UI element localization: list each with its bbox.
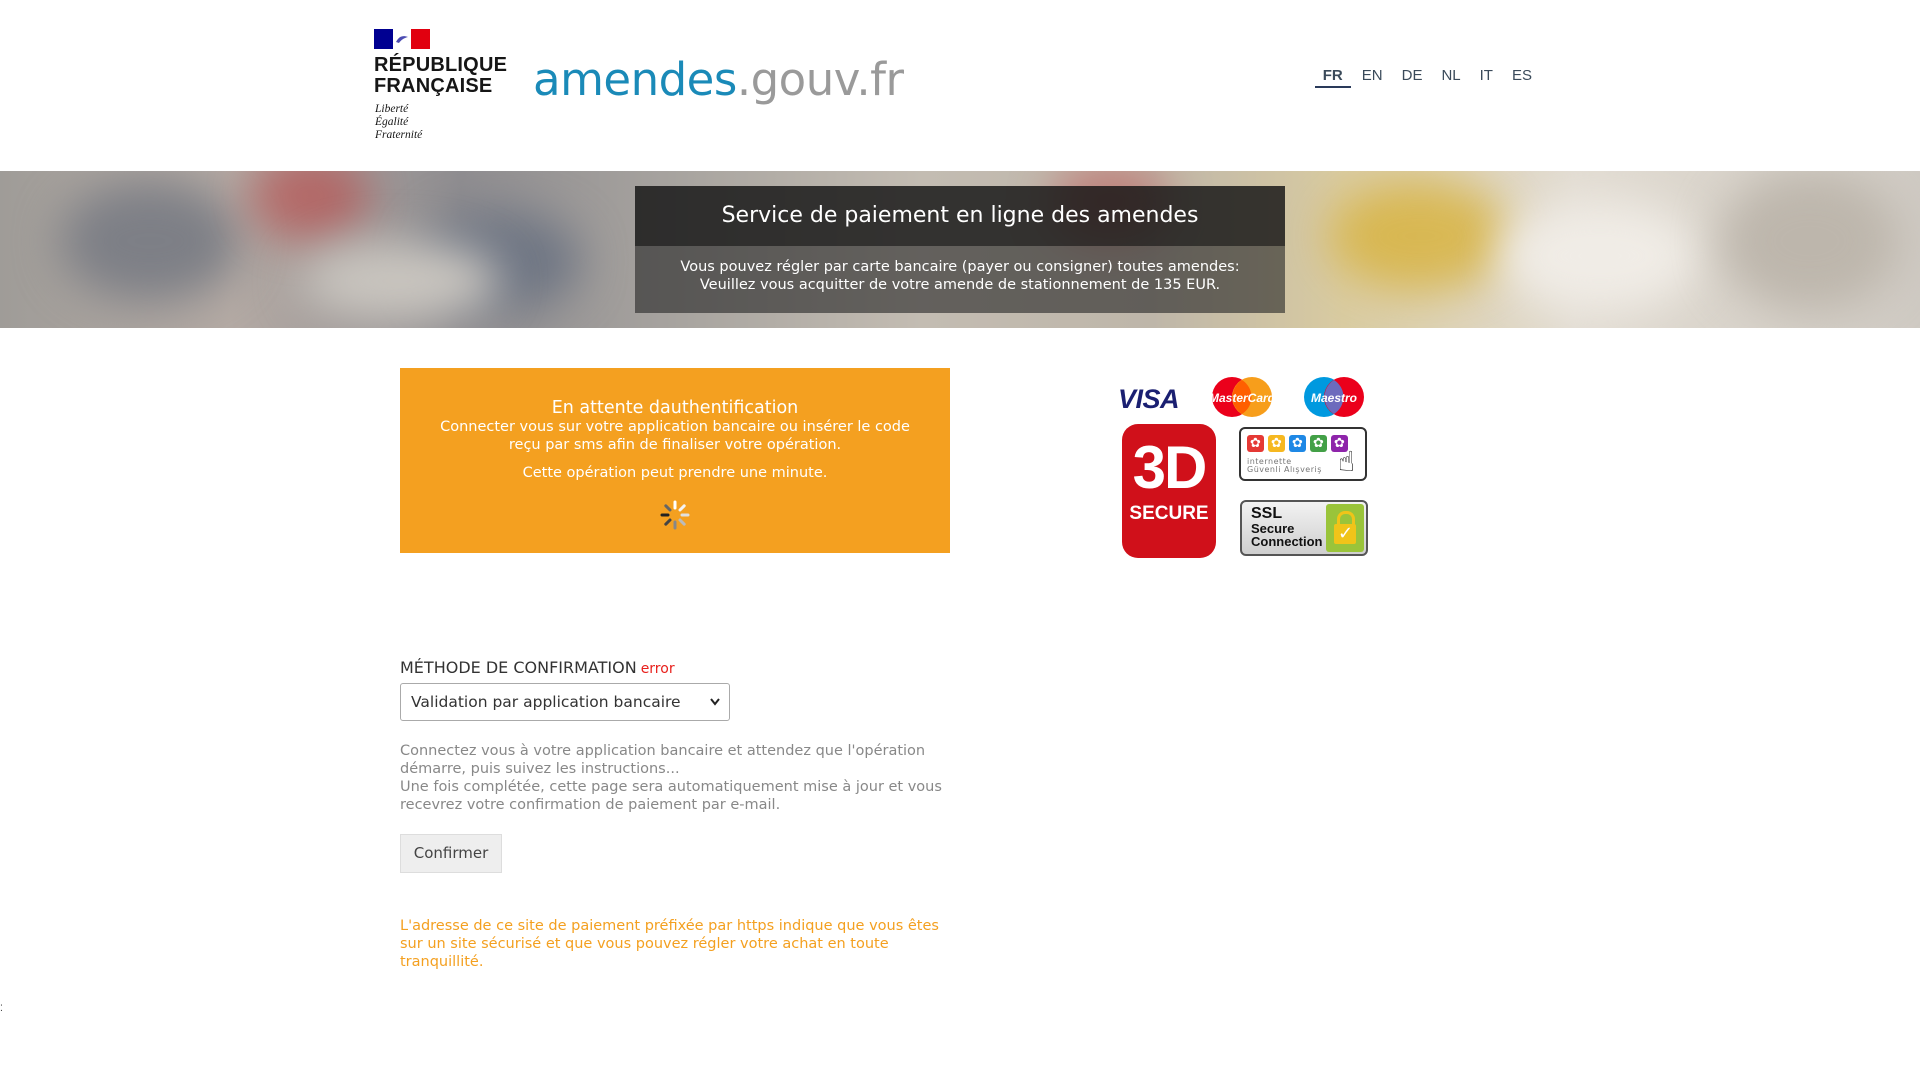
padlock-icon: ✓ (1326, 504, 1364, 552)
maestro-logo: Maestro (1304, 377, 1364, 417)
confirmation-instructions: Connectez vous à votre application banca… (400, 743, 942, 813)
ssl-secure-connection-badge: SSL Secure Connection ✓ (1240, 500, 1368, 556)
3d-secure-logo: 3D SECURE (1122, 424, 1216, 558)
auth-instructions: Connecter vous sur votre application ban… (440, 419, 910, 453)
lang-nl[interactable]: NL (1433, 67, 1468, 88)
pointing-hand-icon: ☝ (1338, 445, 1356, 478)
ssl-text: SSL Secure Connection (1251, 505, 1323, 549)
site-logo[interactable]: amendes.gouv.fr (533, 50, 904, 110)
republic-motto: Liberté Égalité Fraternité (375, 103, 423, 141)
mastercard-text: MasterCard (1209, 391, 1276, 405)
confirmation-method-selected: Validation par application bancaire (411, 693, 681, 711)
confirm-button[interactable]: Confirmer (400, 834, 502, 873)
security-note: L'adresse de ce site de paiement préfixé… (400, 918, 939, 970)
visa-logo: VISA (1118, 384, 1180, 414)
3d-secure-small-text: SECURE (1129, 503, 1209, 524)
hero-banner: Service de paiement en ligne des amendes… (0, 171, 1920, 328)
language-switcher: FR EN DE NL IT ES (1312, 67, 1540, 88)
lang-de[interactable]: DE (1394, 67, 1431, 88)
confirmation-method-label: MÉTHODE DE CONFIRMATION error (400, 658, 675, 677)
authentication-pending-box: En attente dauthentification Connecter v… (400, 368, 950, 553)
badge-star-icon: ✿ (1289, 435, 1306, 452)
site-name-domain: .gouv.fr (736, 53, 904, 106)
site-name-main: amendes (533, 53, 737, 106)
badge-stars: ✿ ✿ ✿ ✿ ✿ (1247, 435, 1348, 452)
lang-es[interactable]: ES (1504, 67, 1540, 88)
french-flag-icon (374, 29, 431, 49)
auth-wait-text: Cette opération peut prendre une minute. (522, 465, 828, 481)
lang-it[interactable]: IT (1472, 67, 1501, 88)
republique-francaise-logo[interactable]: RÉPUBLIQUE FRANÇAISE Liberté Égalité Fra… (374, 29, 509, 145)
safe-shopping-badge: ✿ ✿ ✿ ✿ ✿ internette Güvenli Alışveriş ☝ (1239, 427, 1367, 481)
lang-fr[interactable]: FR (1314, 67, 1351, 88)
stray-marker-icon: ⁚ (0, 1004, 3, 1014)
mastercard-logo: MasterCard (1209, 377, 1276, 417)
banner-title: Service de paiement en ligne des amendes (635, 186, 1285, 246)
badge-star-icon: ✿ (1310, 435, 1327, 452)
badge-text: internette Güvenli Alışveriş (1247, 457, 1322, 474)
confirmation-method-select[interactable]: Validation par application bancaire (400, 683, 730, 721)
auth-title: En attente dauthentification (551, 398, 799, 418)
maestro-text: Maestro (1311, 391, 1357, 405)
confirmation-method-error: error (640, 661, 675, 677)
header: RÉPUBLIQUE FRANÇAISE Liberté Égalité Fra… (0, 0, 1920, 171)
banner-box: Service de paiement en ligne des amendes… (635, 186, 1285, 313)
payment-logos: VISA MasterCard Maestro 3D SECURE ✿ ✿ ✿ … (1110, 370, 1370, 560)
lang-en[interactable]: EN (1354, 67, 1391, 88)
republique-francaise-name: RÉPUBLIQUE FRANÇAISE (374, 54, 508, 97)
badge-star-icon: ✿ (1247, 435, 1264, 452)
badge-star-icon: ✿ (1268, 435, 1285, 452)
chevron-down-icon (709, 684, 721, 734)
loading-spinner-icon (660, 500, 690, 530)
3d-secure-big-text: 3D (1132, 434, 1208, 501)
banner-text: Vous pouvez régler par carte bancaire (p… (635, 246, 1285, 313)
